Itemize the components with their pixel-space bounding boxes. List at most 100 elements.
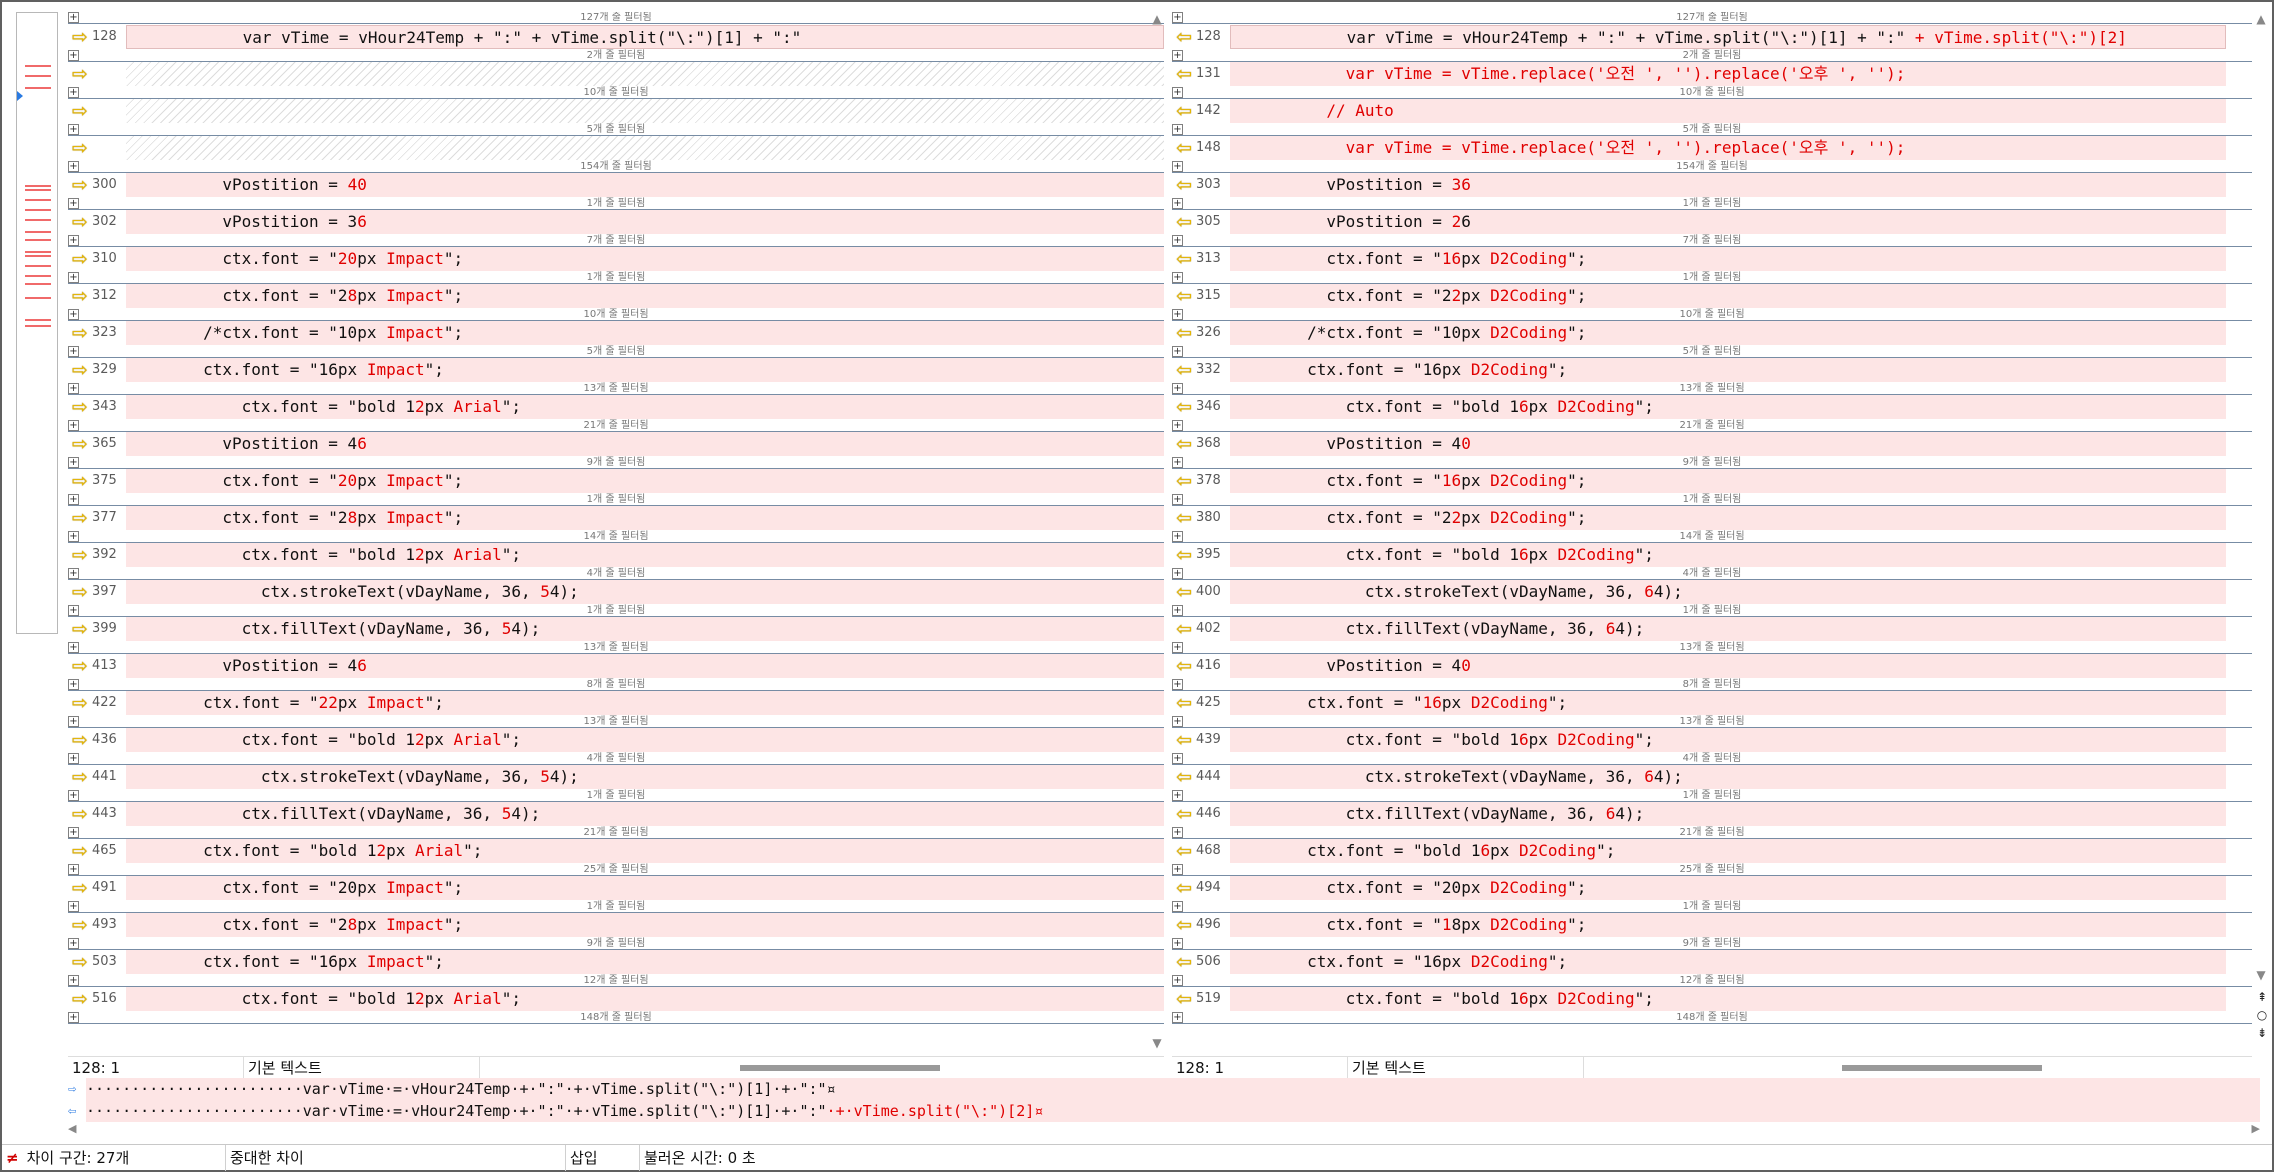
code-line[interactable]: vPostition = 36 bbox=[126, 210, 1164, 234]
arrow-right-icon[interactable]: ⇨ bbox=[72, 139, 88, 158]
diff-row[interactable]: ⇦ 326 /*ctx.font = "10px D2Coding"; bbox=[1172, 321, 2252, 345]
diff-row[interactable]: ⇨ 436 ctx.font = "bold 12px Arial"; bbox=[68, 728, 1164, 752]
code-line[interactable]: ctx.font = "20px Impact"; bbox=[126, 469, 1164, 493]
filtered-lines-bar[interactable]: +7개 줄 필터됨 bbox=[68, 235, 1164, 247]
missing-lines-placeholder[interactable] bbox=[126, 99, 1164, 123]
code-line[interactable]: ctx.font = "16px D2Coding"; bbox=[1230, 950, 2226, 974]
arrow-left-icon[interactable]: ⇦ bbox=[1176, 879, 1192, 898]
filtered-lines-bar[interactable]: +21개 줄 필터됨 bbox=[68, 827, 1164, 839]
filtered-lines-bar[interactable]: +21개 줄 필터됨 bbox=[1172, 827, 2252, 839]
diff-row[interactable]: ⇨ 375 ctx.font = "20px Impact"; bbox=[68, 469, 1164, 493]
diff-row[interactable]: ⇦ 131 var vTime = vTime.replace('오전 ', ''… bbox=[1172, 62, 2252, 86]
arrow-right-icon[interactable]: ⇨ bbox=[72, 213, 88, 232]
code-line[interactable]: ctx.strokeText(vDayName, 36, 64); bbox=[1230, 765, 2226, 789]
diff-row[interactable]: ⇦ 395 ctx.font = "bold 16px D2Coding"; bbox=[1172, 543, 2252, 567]
left-pane[interactable]: +127개 줄 필터됨 ⇨ 128 var vTime = vHour24Temp … bbox=[68, 12, 1164, 1064]
next-diff-icon[interactable]: ⇟ bbox=[2254, 1026, 2270, 1040]
prev-diff-icon[interactable]: ⇞ bbox=[2254, 990, 2270, 1004]
arrow-left-icon[interactable]: ⇦ bbox=[1176, 805, 1192, 824]
code-line[interactable]: ctx.font = "22px Impact"; bbox=[126, 691, 1164, 715]
diff-row[interactable]: ⇨ 516 ctx.font = "bold 12px Arial"; bbox=[68, 987, 1164, 1011]
filtered-lines-bar[interactable]: +21개 줄 필터됨 bbox=[68, 420, 1164, 432]
diff-row[interactable]: ⇨ 365 vPostition = 46 bbox=[68, 432, 1164, 456]
filtered-lines-bar[interactable]: +5개 줄 필터됨 bbox=[68, 346, 1164, 358]
filtered-lines-bar[interactable]: +13개 줄 필터됨 bbox=[1172, 642, 2252, 654]
diff-row[interactable]: ⇨ 465 ctx.font = "bold 12px Arial"; bbox=[68, 839, 1164, 863]
filtered-lines-bar[interactable]: +13개 줄 필터됨 bbox=[1172, 383, 2252, 395]
filtered-lines-bar[interactable]: +10개 줄 필터됨 bbox=[68, 309, 1164, 321]
code-line[interactable]: ctx.font = "22px D2Coding"; bbox=[1230, 284, 2226, 308]
code-line[interactable]: ctx.font = "16px D2Coding"; bbox=[1230, 469, 2226, 493]
arrow-left-icon[interactable]: ⇦ bbox=[1176, 139, 1192, 158]
diff-row[interactable]: ⇨ 323 /*ctx.font = "10px Impact"; bbox=[68, 321, 1164, 345]
code-line[interactable]: ctx.font = "bold 12px Arial"; bbox=[126, 543, 1164, 567]
diff-row[interactable]: ⇦ 468 ctx.font = "bold 16px D2Coding"; bbox=[1172, 839, 2252, 863]
arrow-right-icon[interactable]: ⇨ bbox=[72, 176, 88, 195]
arrow-right-icon[interactable]: ⇨ bbox=[72, 28, 88, 47]
diff-row[interactable]: ⇦ 444 ctx.strokeText(vDayName, 36, 64); bbox=[1172, 765, 2252, 789]
filtered-lines-bar[interactable]: +1개 줄 필터됨 bbox=[68, 494, 1164, 506]
filtered-lines-bar[interactable]: +5개 줄 필터됨 bbox=[68, 124, 1164, 136]
code-line[interactable]: ctx.font = "20px D2Coding"; bbox=[1230, 876, 2226, 900]
filtered-lines-bar[interactable]: +1개 줄 필터됨 bbox=[68, 790, 1164, 802]
code-line[interactable]: ctx.font = "16px D2Coding"; bbox=[1230, 691, 2226, 715]
filtered-lines-bar[interactable]: +13개 줄 필터됨 bbox=[1172, 716, 2252, 728]
left-vertical-scrollbar[interactable]: ▲ ▼ bbox=[1150, 12, 1164, 1052]
arrow-left-icon[interactable]: ⇦ bbox=[1176, 361, 1192, 380]
diff-row[interactable]: ⇨ 503 ctx.font = "16px Impact"; bbox=[68, 950, 1164, 974]
arrow-right-icon[interactable]: ⇨ bbox=[72, 916, 88, 935]
diff-row[interactable]: ⇨ bbox=[68, 99, 1164, 123]
filtered-lines-bar[interactable]: +21개 줄 필터됨 bbox=[1172, 420, 2252, 432]
arrow-right-icon[interactable]: ⇨ bbox=[72, 731, 88, 750]
arrow-left-icon[interactable]: ⇦ bbox=[1176, 28, 1192, 47]
arrow-left-icon[interactable]: ⇦ bbox=[1176, 731, 1192, 750]
scroll-right-icon[interactable]: ▶ bbox=[2252, 1122, 2260, 1135]
diff-row[interactable]: ⇨ 493 ctx.font = "28px Impact"; bbox=[68, 913, 1164, 937]
filtered-lines-bar[interactable]: +4개 줄 필터됨 bbox=[68, 568, 1164, 580]
code-line[interactable]: ctx.font = "16px D2Coding"; bbox=[1230, 247, 2226, 271]
code-line[interactable]: ctx.font = "16px D2Coding"; bbox=[1230, 358, 2226, 382]
filtered-lines-bar[interactable]: +9개 줄 필터됨 bbox=[1172, 457, 2252, 469]
arrow-right-icon[interactable]: ⇨ bbox=[72, 768, 88, 787]
filtered-lines-bar[interactable]: +4개 줄 필터됨 bbox=[1172, 753, 2252, 765]
arrow-right-icon[interactable]: ⇨ bbox=[72, 657, 88, 676]
diff-row[interactable]: ⇦ 402 ctx.fillText(vDayName, 36, 64); bbox=[1172, 617, 2252, 641]
filtered-lines-bar[interactable]: +4개 줄 필터됨 bbox=[1172, 568, 2252, 580]
diff-row[interactable]: ⇦ 425 ctx.font = "16px D2Coding"; bbox=[1172, 691, 2252, 715]
arrow-left-icon[interactable]: ⇦ bbox=[1176, 65, 1192, 84]
filtered-lines-bar[interactable]: +13개 줄 필터됨 bbox=[68, 716, 1164, 728]
diff-row[interactable]: ⇦ 519 ctx.font = "bold 16px D2Coding"; bbox=[1172, 987, 2252, 1011]
diff-row[interactable]: ⇨ 300 vPostition = 40 bbox=[68, 173, 1164, 197]
code-line[interactable]: ctx.font = "bold 12px Arial"; bbox=[126, 987, 1164, 1011]
code-line[interactable]: // Auto bbox=[1230, 99, 2226, 123]
diff-row[interactable]: ⇨ 302 vPostition = 36 bbox=[68, 210, 1164, 234]
diff-row[interactable]: ⇦ 346 ctx.font = "bold 16px D2Coding"; bbox=[1172, 395, 2252, 419]
diff-row[interactable]: ⇦ 496 ctx.font = "18px D2Coding"; bbox=[1172, 913, 2252, 937]
diff-row[interactable]: ⇦ 380 ctx.font = "22px D2Coding"; bbox=[1172, 506, 2252, 530]
filtered-lines-bar[interactable]: +154개 줄 필터됨 bbox=[1172, 161, 2252, 173]
arrow-right-icon[interactable]: ⇨ bbox=[72, 65, 88, 84]
arrow-left-icon[interactable]: ⇦ bbox=[1176, 102, 1192, 121]
filtered-lines-bar[interactable]: +13개 줄 필터됨 bbox=[68, 383, 1164, 395]
code-line[interactable]: ctx.fillText(vDayName, 36, 64); bbox=[1230, 802, 2226, 826]
code-line[interactable]: ctx.strokeText(vDayName, 36, 54); bbox=[126, 765, 1164, 789]
arrow-right-icon[interactable]: ⇨ bbox=[72, 990, 88, 1009]
code-line[interactable]: ctx.font = "bold 16px D2Coding"; bbox=[1230, 728, 2226, 752]
arrow-left-icon[interactable]: ⇦ bbox=[1176, 472, 1192, 491]
code-line[interactable]: ctx.font = "bold 12px Arial"; bbox=[126, 839, 1164, 863]
scroll-down-icon[interactable]: ▼ bbox=[1150, 1036, 1164, 1050]
arrow-left-icon[interactable]: ⇦ bbox=[1176, 694, 1192, 713]
filtered-lines-bar[interactable]: +1개 줄 필터됨 bbox=[68, 272, 1164, 284]
code-line[interactable]: ctx.strokeText(vDayName, 36, 54); bbox=[126, 580, 1164, 604]
filtered-lines-bar[interactable]: +148개 줄 필터됨 bbox=[68, 1012, 1164, 1024]
diff-row[interactable]: ⇨ bbox=[68, 62, 1164, 86]
code-line[interactable]: vPostition = 36 bbox=[1230, 173, 2226, 197]
diff-row[interactable]: ⇦ 378 ctx.font = "16px D2Coding"; bbox=[1172, 469, 2252, 493]
filtered-lines-bar[interactable]: +1개 줄 필터됨 bbox=[1172, 198, 2252, 210]
code-line[interactable]: ctx.font = "bold 16px D2Coding"; bbox=[1230, 395, 2226, 419]
diff-row[interactable]: ⇨ 392 ctx.font = "bold 12px Arial"; bbox=[68, 543, 1164, 567]
code-line[interactable]: vPostition = 26 bbox=[1230, 210, 2226, 234]
arrow-right-icon[interactable]: ⇨ bbox=[72, 324, 88, 343]
filtered-lines-bar[interactable]: +127개 줄 필터됨 bbox=[68, 12, 1164, 24]
code-line[interactable]: ctx.fillText(vDayName, 36, 54); bbox=[126, 617, 1164, 641]
